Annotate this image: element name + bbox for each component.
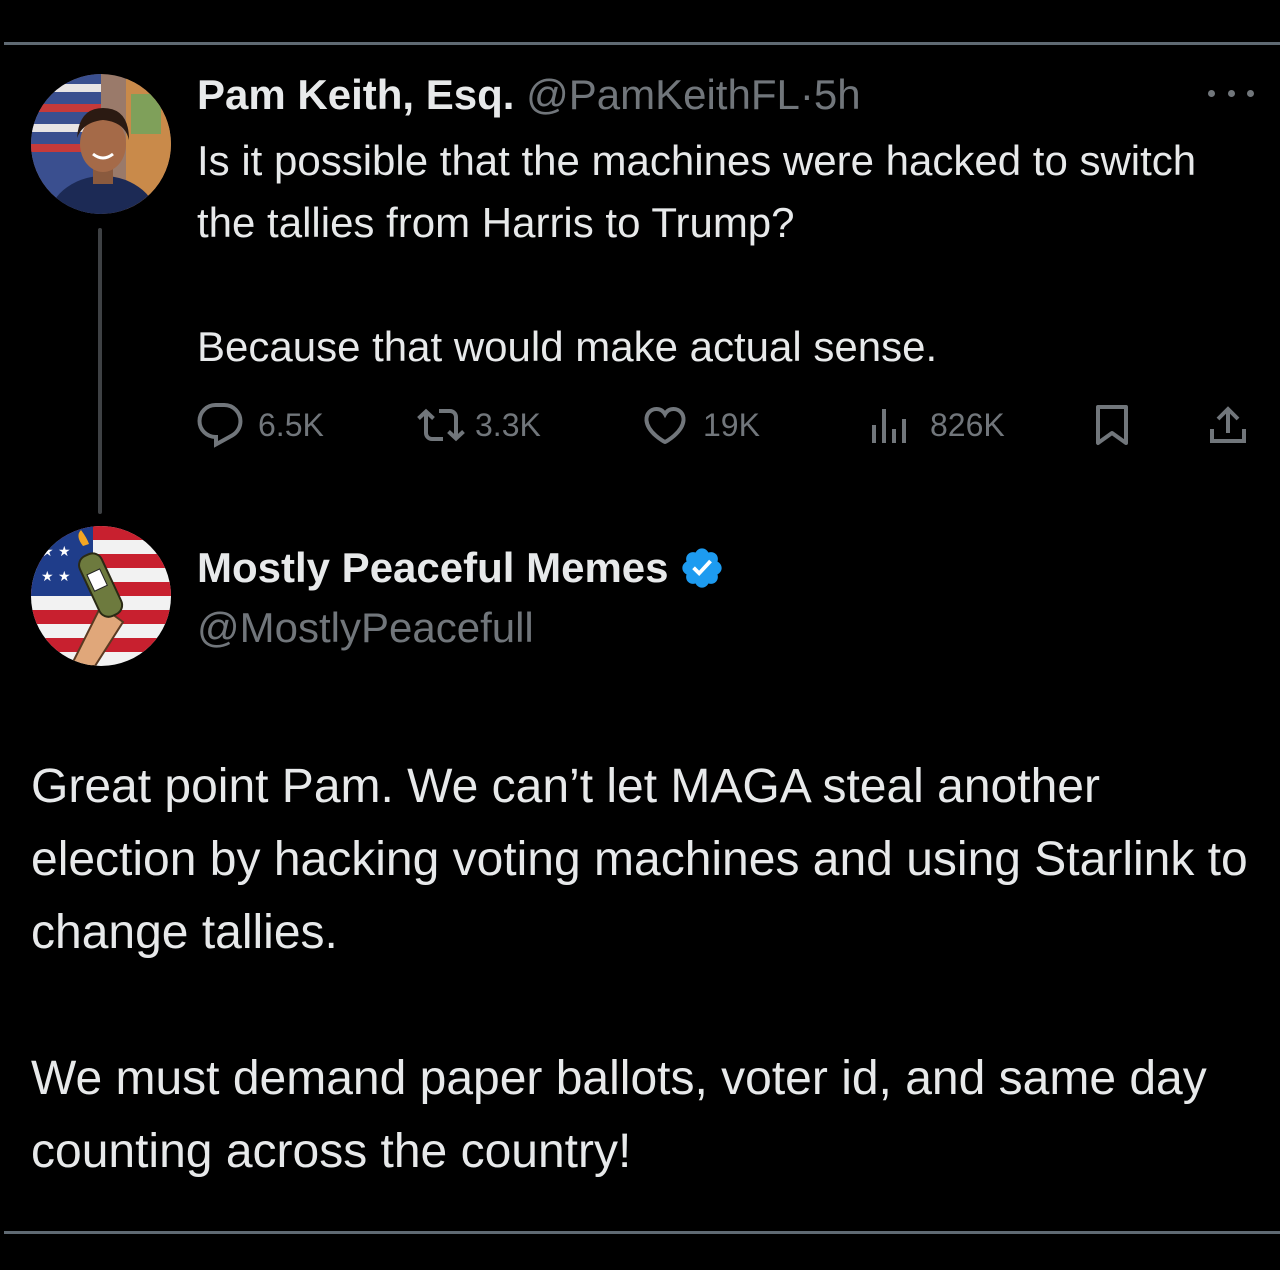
more-icon[interactable] <box>1208 78 1254 108</box>
tweet-time[interactable]: 5h <box>814 71 861 118</box>
mostly-peaceful-memes-avatar[interactable]: ★ ★ ★ ★ <box>31 526 171 666</box>
views-button[interactable]: 826K <box>864 398 1005 452</box>
dot-separator: · <box>799 71 814 118</box>
reply-count: 6.5K <box>258 406 324 443</box>
tweet-text: Is it possible that the machines were ha… <box>197 130 1257 378</box>
verified-badge-icon <box>681 548 722 588</box>
bottom-divider <box>4 1231 1280 1234</box>
pam-keith-avatar[interactable] <box>31 74 171 214</box>
svg-text:★ ★: ★ ★ <box>41 569 71 585</box>
author-handle[interactable]: @PamKeithFL <box>526 71 800 118</box>
repost-count: 3.3K <box>475 406 541 443</box>
thread-connector-line <box>98 228 102 514</box>
tweet-header: Pam Keith, Esq. @PamKeithFL·5h <box>197 70 861 120</box>
reply-paragraph: We must demand paper ballots, voter id, … <box>31 1052 1207 1178</box>
tweet-paragraph: Because that would make actual sense. <box>197 323 938 370</box>
bookmark-button[interactable] <box>1088 398 1136 452</box>
reply-icon <box>197 403 243 448</box>
author-name[interactable]: Pam Keith, Esq. <box>197 71 514 118</box>
top-divider <box>4 42 1280 45</box>
bookmark-icon <box>1096 405 1128 445</box>
like-count: 19K <box>703 406 760 443</box>
reply-text: Great point Pam. We can’t let MAGA steal… <box>31 750 1271 1188</box>
like-icon <box>644 406 686 445</box>
share-button[interactable] <box>1204 398 1252 452</box>
reply-author: Mostly Peaceful Memes <box>197 540 725 596</box>
tweet-paragraph: Is it possible that the machines were ha… <box>197 137 1197 246</box>
views-count: 826K <box>930 406 1005 443</box>
reply-author-handle[interactable]: @MostlyPeacefull <box>197 600 534 656</box>
reply-paragraph: Great point Pam. We can’t let MAGA steal… <box>31 760 1248 959</box>
reply-author-name[interactable]: Mostly Peaceful Memes <box>197 540 669 596</box>
like-button[interactable]: 19K <box>641 398 760 452</box>
views-icon <box>872 409 906 443</box>
svg-text:★ ★: ★ ★ <box>41 544 71 560</box>
share-icon <box>1210 406 1246 443</box>
repost-button[interactable]: 3.3K <box>417 398 541 452</box>
repost-icon <box>417 408 465 442</box>
reply-button[interactable]: 6.5K <box>196 398 324 452</box>
